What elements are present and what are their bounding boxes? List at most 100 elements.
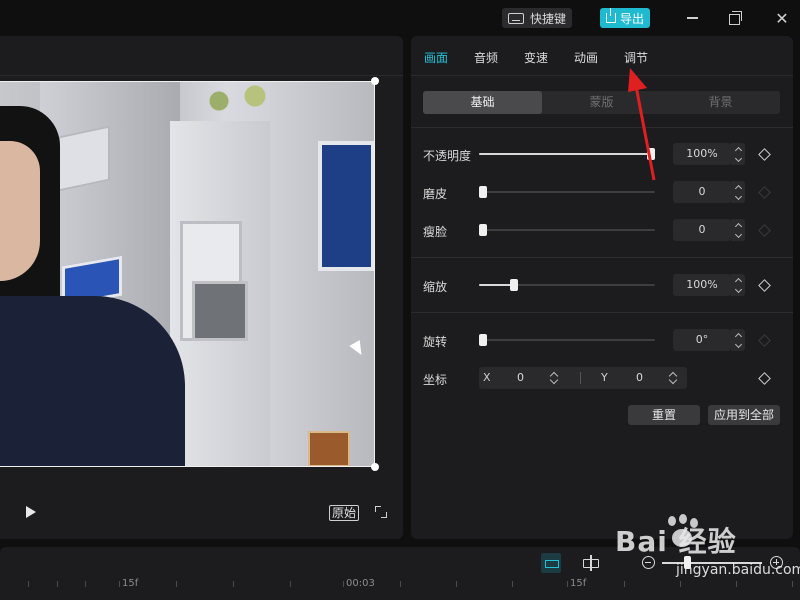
rotate-value[interactable]: 0°: [673, 329, 731, 351]
tab-picture[interactable]: 画面: [424, 49, 448, 66]
tab-adjust[interactable]: 调节: [624, 49, 648, 66]
smooth-slider[interactable]: [479, 186, 655, 198]
rotate-slider-knob[interactable]: [479, 334, 487, 346]
position-separator: [580, 372, 581, 384]
slim-face-value[interactable]: 0: [673, 219, 731, 241]
preview-plaque: [308, 431, 350, 467]
watermark-url: jingyan.baidu.com: [676, 562, 800, 578]
rotate-label: 旋转: [423, 335, 448, 349]
preview-building-right: [270, 81, 375, 467]
subtab-mask[interactable]: 蒙版: [542, 91, 661, 114]
shortcuts-label: 快捷键: [530, 11, 567, 26]
opacity-slider-knob[interactable]: [647, 148, 655, 160]
close-icon: ✕: [775, 8, 789, 28]
position-input-group: X 0 Y 0: [479, 367, 687, 389]
slim-face-stepper[interactable]: [731, 219, 745, 241]
export-button[interactable]: 导出: [600, 8, 650, 28]
scale-keyframe-icon[interactable]: [758, 279, 771, 292]
apply-to-all-button[interactable]: 应用到全部: [708, 405, 780, 425]
ruler-tick: [456, 581, 457, 587]
position-y-input[interactable]: 0: [636, 371, 643, 384]
slim-face-slider[interactable]: [479, 224, 655, 236]
subtab-basic[interactable]: 基础: [423, 91, 542, 114]
property-tabs: 画面 音频 变速 动画 调节: [411, 36, 793, 76]
position-x-input[interactable]: 0: [517, 371, 524, 384]
minimize-button[interactable]: [682, 8, 702, 28]
smooth-stepper[interactable]: [731, 181, 745, 203]
divider: [411, 257, 793, 258]
scale-label: 缩放: [423, 280, 448, 294]
keyboard-icon: [508, 12, 524, 24]
scale-slider[interactable]: [479, 279, 655, 291]
ruler-label: 15f: [570, 578, 587, 589]
resize-handle-bottom-right[interactable]: [371, 463, 379, 471]
position-label: 坐标: [423, 373, 448, 387]
ruler-tick: [736, 581, 737, 587]
rotate-stepper[interactable]: [731, 329, 745, 351]
restore-button[interactable]: [724, 8, 744, 28]
position-keyframe-icon[interactable]: [758, 372, 771, 385]
play-button[interactable]: [26, 506, 36, 518]
opacity-slider-fill: [479, 153, 655, 155]
tab-animation[interactable]: 动画: [574, 49, 598, 66]
export-icon: [605, 8, 616, 23]
ruler-tick: [512, 581, 513, 587]
opacity-slider[interactable]: [479, 148, 655, 160]
player-header: [0, 36, 403, 76]
divider: [411, 127, 793, 128]
watermark-paw-icon: [662, 514, 702, 552]
preview-person-face: [0, 141, 40, 281]
position-x-stepper[interactable]: [550, 372, 558, 384]
opacity-stepper[interactable]: [731, 143, 745, 165]
preview-window-lower: [192, 281, 248, 341]
fullscreen-icon[interactable]: [375, 506, 387, 518]
timeline-ruler[interactable]: 15f 00:03 15f: [0, 578, 800, 600]
ruler-tick: [567, 581, 568, 587]
scale-value[interactable]: 100%: [673, 274, 731, 296]
scale-stepper[interactable]: [731, 274, 745, 296]
smooth-value[interactable]: 0: [673, 181, 731, 203]
divider: [411, 312, 793, 313]
ruler-tick: [57, 581, 58, 587]
auto-snap-toggle[interactable]: [541, 553, 561, 573]
ruler-tick: [680, 581, 681, 587]
rotate-keyframe-icon[interactable]: [758, 334, 771, 347]
split-icon[interactable]: [582, 555, 600, 571]
position-y-stepper[interactable]: [669, 372, 677, 384]
video-preview[interactable]: [0, 81, 375, 467]
ruler-tick: [233, 581, 234, 587]
slim-face-slider-knob[interactable]: [479, 224, 487, 236]
ruler-tick: [119, 581, 120, 587]
subtab-background[interactable]: 背景: [661, 91, 780, 114]
position-x-label: X: [483, 371, 491, 384]
ruler-tick: [85, 581, 86, 587]
ruler-tick: [400, 581, 401, 587]
ruler-tick: [343, 581, 344, 587]
aspect-ratio-button[interactable]: 原始: [329, 505, 360, 521]
resize-handle-top-right[interactable]: [371, 77, 379, 85]
player-panel: 原始: [0, 36, 403, 539]
ruler-tick: [624, 581, 625, 587]
ruler-tick: [792, 581, 793, 587]
tab-speed[interactable]: 变速: [524, 49, 548, 66]
smooth-keyframe-icon[interactable]: [758, 186, 771, 199]
opacity-label: 不透明度: [423, 149, 472, 163]
shortcuts-button[interactable]: 快捷键: [502, 8, 573, 28]
rotate-slider[interactable]: [479, 334, 655, 346]
title-bar: 快捷键 导出 ✕: [0, 0, 800, 36]
scale-slider-fill: [479, 284, 514, 286]
preview-window-blue: [318, 141, 375, 271]
sub-tabs: 基础 蒙版 背景: [423, 91, 780, 114]
opacity-keyframe-icon[interactable]: [758, 148, 771, 161]
ruler-tick: [28, 581, 29, 587]
scale-slider-knob[interactable]: [510, 279, 518, 291]
opacity-value[interactable]: 100%: [673, 143, 731, 165]
tab-audio[interactable]: 音频: [474, 49, 498, 66]
smooth-slider-knob[interactable]: [479, 186, 487, 198]
reset-button[interactable]: 重置: [628, 405, 700, 425]
close-button[interactable]: ✕: [772, 8, 792, 28]
ruler-tick: [176, 581, 177, 587]
slim-face-keyframe-icon[interactable]: [758, 224, 771, 237]
ruler-label: 00:03: [346, 578, 375, 589]
slim-face-label: 瘦脸: [423, 225, 448, 239]
